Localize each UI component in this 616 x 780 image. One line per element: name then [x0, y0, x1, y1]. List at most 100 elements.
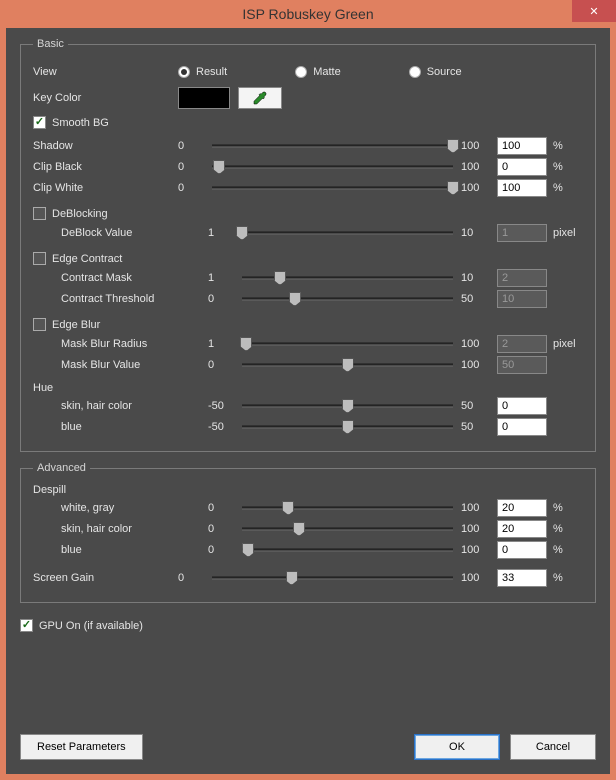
- contract-threshold-slider[interactable]: [242, 290, 453, 308]
- eyedropper-icon: [252, 90, 268, 106]
- clip-black-max: 100: [461, 161, 491, 173]
- despill-skin-slider[interactable]: [242, 520, 453, 538]
- clip-white-unit: %: [553, 182, 583, 194]
- basic-legend: Basic: [33, 38, 68, 50]
- shadow-slider[interactable]: [212, 137, 453, 155]
- close-button[interactable]: ✕: [572, 0, 616, 22]
- clip-black-slider[interactable]: [212, 158, 453, 176]
- titlebar: ISP Robuskey Green ✕: [0, 0, 616, 28]
- key-color-label: Key Color: [33, 92, 178, 104]
- edge-contract-label: Edge Contract: [52, 253, 122, 265]
- contract-threshold-input[interactable]: [497, 290, 547, 308]
- mask-blur-value-min: 0: [208, 359, 238, 371]
- clip-white-label: Clip White: [33, 182, 178, 194]
- mask-blur-radius-unit: pixel: [553, 338, 583, 350]
- despill-white-slider[interactable]: [242, 499, 453, 517]
- shadow-max: 100: [461, 140, 491, 152]
- hue-blue-slider[interactable]: [242, 418, 453, 436]
- ok-button[interactable]: OK: [414, 734, 500, 760]
- deblock-value-unit: pixel: [553, 227, 583, 239]
- despill-blue-input[interactable]: [497, 541, 547, 559]
- hue-blue-input[interactable]: [497, 418, 547, 436]
- advanced-legend: Advanced: [33, 462, 90, 474]
- smooth-bg-checkbox[interactable]: [33, 116, 46, 129]
- mask-blur-radius-input[interactable]: [497, 335, 547, 353]
- despill-skin-min: 0: [208, 523, 238, 535]
- despill-white-input[interactable]: [497, 499, 547, 517]
- shadow-unit: %: [553, 140, 583, 152]
- clip-white-input[interactable]: [497, 179, 547, 197]
- view-radio-result[interactable]: Result: [178, 66, 227, 78]
- advanced-group: Advanced Despill white, gray 0 100 % ski…: [20, 462, 596, 603]
- reset-button[interactable]: Reset Parameters: [20, 734, 143, 760]
- hue-skin-input[interactable]: [497, 397, 547, 415]
- hue-blue-max: 50: [461, 421, 491, 433]
- hue-skin-label: skin, hair color: [33, 400, 208, 412]
- screen-gain-min: 0: [178, 572, 208, 584]
- mask-blur-radius-label: Mask Blur Radius: [33, 338, 208, 350]
- mask-blur-value-max: 100: [461, 359, 491, 371]
- contract-mask-input[interactable]: [497, 269, 547, 287]
- despill-blue-label: blue: [33, 544, 208, 556]
- hue-skin-min: -50: [208, 400, 238, 412]
- window-title: ISP Robuskey Green: [0, 6, 616, 22]
- edge-blur-checkbox[interactable]: [33, 318, 46, 331]
- radio-icon: [409, 66, 421, 78]
- contract-threshold-label: Contract Threshold: [33, 293, 208, 305]
- edge-contract-checkbox[interactable]: [33, 252, 46, 265]
- eyedropper-button[interactable]: [238, 87, 282, 109]
- despill-skin-unit: %: [553, 523, 583, 535]
- clip-white-min: 0: [178, 182, 208, 194]
- view-radio-matte[interactable]: Matte: [295, 66, 341, 78]
- mask-blur-radius-slider[interactable]: [242, 335, 453, 353]
- despill-white-unit: %: [553, 502, 583, 514]
- deblock-value-label: DeBlock Value: [33, 227, 208, 239]
- screen-gain-input[interactable]: [497, 569, 547, 587]
- close-icon: ✕: [589, 5, 598, 18]
- dialog-window: ISP Robuskey Green ✕ Basic View Result M…: [0, 0, 616, 780]
- radio-label: Matte: [313, 66, 341, 78]
- deblock-value-input[interactable]: [497, 224, 547, 242]
- mask-blur-radius-min: 1: [208, 338, 238, 350]
- radio-icon: [295, 66, 307, 78]
- despill-blue-max: 100: [461, 544, 491, 556]
- mask-blur-value-slider[interactable]: [242, 356, 453, 374]
- basic-group: Basic View Result Matte Source: [20, 38, 596, 452]
- contract-mask-slider[interactable]: [242, 269, 453, 287]
- cancel-button[interactable]: Cancel: [510, 734, 596, 760]
- contract-mask-min: 1: [208, 272, 238, 284]
- gpu-label: GPU On (if available): [39, 620, 143, 632]
- clip-black-label: Clip Black: [33, 161, 178, 173]
- edge-blur-label: Edge Blur: [52, 319, 100, 331]
- mask-blur-value-label: Mask Blur Value: [33, 359, 208, 371]
- despill-white-min: 0: [208, 502, 238, 514]
- screen-gain-slider[interactable]: [212, 569, 453, 587]
- gpu-checkbox[interactable]: [20, 619, 33, 632]
- despill-blue-slider[interactable]: [242, 541, 453, 559]
- hue-blue-min: -50: [208, 421, 238, 433]
- deblocking-checkbox[interactable]: [33, 207, 46, 220]
- key-color-swatch[interactable]: [178, 87, 230, 109]
- mask-blur-value-input[interactable]: [497, 356, 547, 374]
- hue-blue-label: blue: [33, 421, 208, 433]
- view-radio-source[interactable]: Source: [409, 66, 462, 78]
- deblock-value-slider[interactable]: [242, 224, 453, 242]
- despill-skin-label: skin, hair color: [33, 523, 208, 535]
- screen-gain-label: Screen Gain: [33, 572, 178, 584]
- dialog-content: Basic View Result Matte Source: [6, 28, 610, 774]
- despill-skin-input[interactable]: [497, 520, 547, 538]
- despill-blue-min: 0: [208, 544, 238, 556]
- clip-black-input[interactable]: [497, 158, 547, 176]
- button-bar: Reset Parameters OK Cancel: [20, 722, 596, 760]
- shadow-label: Shadow: [33, 140, 178, 152]
- despill-skin-max: 100: [461, 523, 491, 535]
- clip-white-slider[interactable]: [212, 179, 453, 197]
- hue-skin-slider[interactable]: [242, 397, 453, 415]
- clip-white-max: 100: [461, 182, 491, 194]
- radio-icon: [178, 66, 190, 78]
- deblock-value-min: 1: [208, 227, 238, 239]
- deblocking-label: DeBlocking: [52, 208, 108, 220]
- view-label: View: [33, 66, 178, 78]
- despill-blue-unit: %: [553, 544, 583, 556]
- shadow-input[interactable]: [497, 137, 547, 155]
